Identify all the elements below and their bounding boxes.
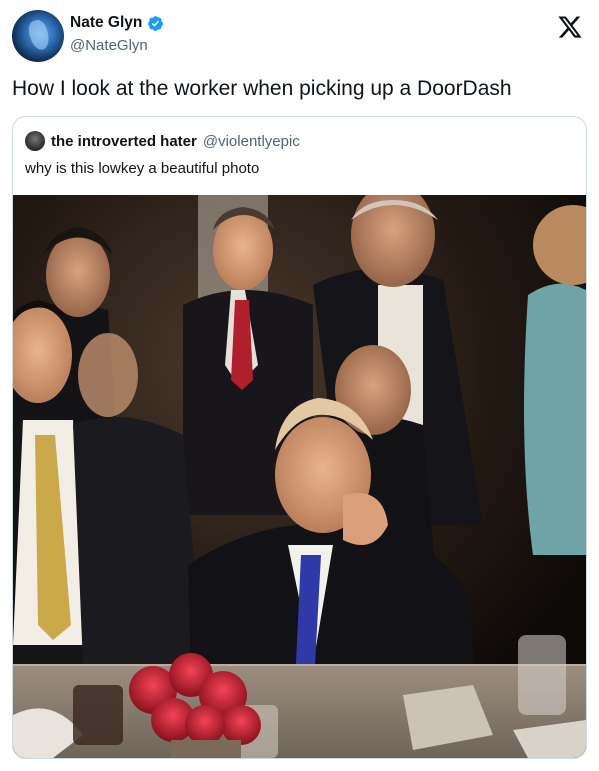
quoted-display-name[interactable]: the introverted hater	[51, 133, 197, 150]
quoted-tweet-card[interactable]: the introverted hater @violentlyepic why…	[12, 116, 587, 759]
photo-image[interactable]	[13, 195, 586, 758]
author-name-row: Nate Glyn	[70, 14, 164, 32]
x-logo-icon[interactable]	[557, 14, 583, 40]
photo-illustration	[13, 195, 586, 758]
quoted-tweet-header: the introverted hater @violentlyepic	[25, 131, 300, 151]
tweet-text: How I look at the worker when picking up…	[12, 77, 512, 100]
tweet-header: Nate Glyn @NateGlyn	[12, 10, 587, 62]
display-name[interactable]: Nate Glyn	[70, 14, 142, 32]
quoted-tweet-text: why is this lowkey a beautiful photo	[25, 160, 260, 177]
quoted-avatar[interactable]	[25, 131, 45, 151]
quoted-handle[interactable]: @violentlyepic	[203, 133, 300, 150]
avatar[interactable]	[12, 10, 64, 62]
verified-badge-icon	[148, 15, 164, 31]
author-handle[interactable]: @NateGlyn	[70, 37, 148, 54]
